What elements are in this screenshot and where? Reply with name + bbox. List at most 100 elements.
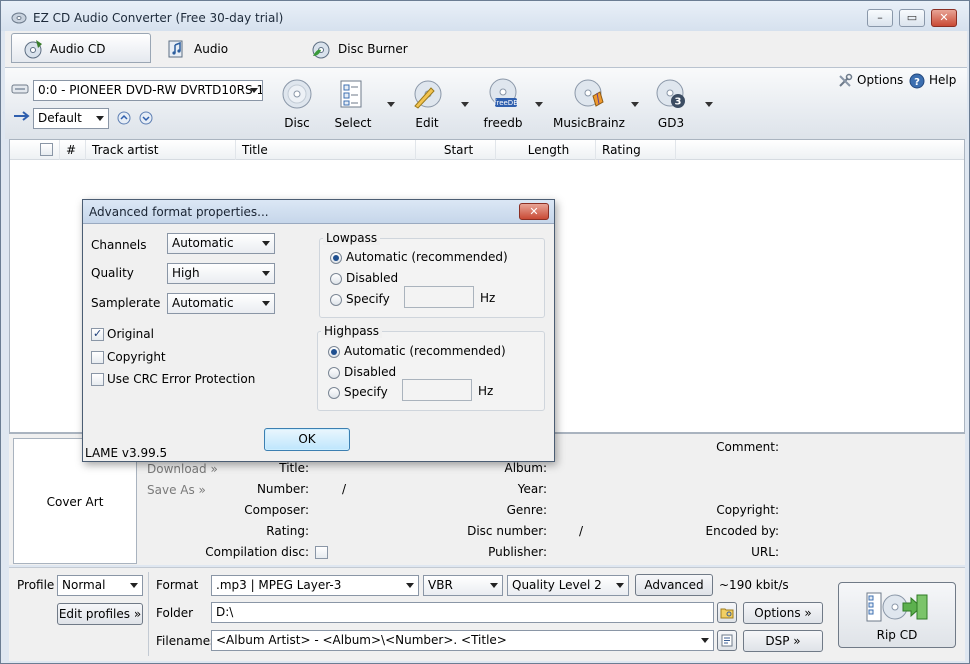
toolbar: 0:0 - PIONEER DVD-RW DVRTD10RS 1.0 Defau… xyxy=(5,67,967,139)
number-label: Number: xyxy=(256,482,309,496)
highpass-hz-input[interactable] xyxy=(402,379,472,401)
tab-disc-burner[interactable]: Disc Burner xyxy=(299,33,419,63)
original-label: Original xyxy=(107,327,154,341)
maximize-button[interactable]: ▭ xyxy=(899,9,925,27)
rip-cd-icon xyxy=(866,592,928,622)
chevron-down-icon xyxy=(490,583,498,588)
musicbrainz-label: MusicBrainz xyxy=(553,116,625,130)
dialog-close-button[interactable]: ✕ xyxy=(519,203,549,220)
options-button[interactable]: Options » xyxy=(743,602,823,624)
disc-button[interactable]: Disc xyxy=(267,78,327,130)
channels-label: Channels xyxy=(91,238,147,252)
musicbrainz-button[interactable]: MusicBrainz xyxy=(553,78,625,130)
header-start[interactable]: Start xyxy=(416,140,496,160)
browse-folder-button[interactable] xyxy=(717,602,737,623)
header-rating[interactable]: Rating xyxy=(596,140,676,160)
select-button[interactable]: Select xyxy=(323,78,383,130)
move-up-icon[interactable] xyxy=(117,111,131,125)
rip-cd-button[interactable]: Rip CD xyxy=(838,582,956,648)
format-select[interactable]: .mp3 | MPEG Layer-3 xyxy=(211,575,419,596)
genre-label: Genre: xyxy=(506,503,547,517)
freedb-label: freedb xyxy=(483,116,523,130)
freedb-badge: freeDB xyxy=(494,99,518,107)
disc-number-label: Disc number: xyxy=(467,524,547,538)
dsp-button[interactable]: DSP » xyxy=(743,630,823,652)
year-label: Year: xyxy=(517,482,547,496)
quality-select[interactable]: Quality Level 2 xyxy=(507,575,629,596)
select-dropdown-arrow[interactable] xyxy=(387,102,395,107)
channels-select[interactable]: Automatic xyxy=(167,233,275,254)
musicbrainz-dropdown-arrow[interactable] xyxy=(631,102,639,107)
highpass-disabled-label: Disabled xyxy=(344,365,397,379)
compilation-label: Compilation disc: xyxy=(205,545,309,559)
copyright-checkbox[interactable] xyxy=(91,351,104,364)
highpass-auto-radio[interactable] xyxy=(328,346,340,358)
tab-audio-cd-ripper[interactable]: Audio CD Ripper xyxy=(11,33,151,86)
dialog-quality-value: High xyxy=(172,266,200,280)
rip-cd-label: Rip CD xyxy=(876,628,918,642)
freedb-button[interactable]: freeDB freedb xyxy=(473,78,533,130)
header-title[interactable]: Title xyxy=(236,140,416,160)
chevron-down-icon xyxy=(130,583,138,588)
lowpass-hz-input[interactable] xyxy=(404,286,474,308)
save-as-link[interactable]: Save As » xyxy=(147,483,206,497)
lowpass-specify-radio[interactable] xyxy=(330,294,342,306)
header-length[interactable]: Length xyxy=(496,140,596,160)
track-list-header: # Track artist Title Start Length Rating xyxy=(10,140,964,160)
minimize-button[interactable]: – xyxy=(867,9,893,27)
number-separator: / xyxy=(342,482,347,496)
gd3-dropdown-arrow[interactable] xyxy=(705,102,713,107)
ok-button[interactable]: OK xyxy=(264,428,350,451)
original-checkbox[interactable] xyxy=(91,327,104,341)
edit-label: Edit xyxy=(415,116,439,130)
dialog-quality-select[interactable]: High xyxy=(167,263,275,284)
edit-button[interactable]: Edit xyxy=(397,78,457,130)
publisher-label: Publisher: xyxy=(488,545,547,559)
edit-profiles-button[interactable]: Edit profiles » xyxy=(57,603,143,625)
filenames-value: <Album Artist> - <Album>\<Number>. <Titl… xyxy=(216,633,507,647)
gd3-button[interactable]: 3 GD3 xyxy=(641,78,701,130)
drive-select-value: 0:0 - PIONEER DVD-RW DVRTD10RS 1.0 xyxy=(38,83,263,97)
notepad-icon xyxy=(721,634,733,647)
samplerate-select[interactable]: Automatic xyxy=(167,293,275,314)
filenames-select[interactable]: <Album Artist> - <Album>\<Number>. <Titl… xyxy=(211,630,714,651)
highpass-specify-radio[interactable] xyxy=(328,387,340,399)
select-all-checkbox[interactable] xyxy=(40,143,53,156)
tab-audio-converter[interactable]: Audio Converter xyxy=(155,33,295,86)
freedb-dropdown-arrow[interactable] xyxy=(535,102,543,107)
chevron-down-icon xyxy=(616,583,624,588)
output-profile-value: Normal xyxy=(62,578,106,592)
chevron-down-icon xyxy=(250,88,258,93)
lowpass-auto-radio[interactable] xyxy=(330,252,342,264)
svg-text:?: ? xyxy=(914,77,920,88)
album-label: Album: xyxy=(504,461,548,475)
download-link[interactable]: Download » xyxy=(147,462,218,476)
samplerate-value: Automatic xyxy=(172,296,234,310)
bitrate-mode-select[interactable]: VBR xyxy=(423,575,503,596)
header-number[interactable]: # xyxy=(60,140,86,160)
edit-filenames-button[interactable] xyxy=(717,630,737,651)
close-icon: ✕ xyxy=(529,205,539,218)
edit-dropdown-arrow[interactable] xyxy=(461,102,469,107)
url-label: URL: xyxy=(751,545,779,559)
output-profile-select[interactable]: Normal xyxy=(57,575,143,596)
crc-checkbox[interactable] xyxy=(91,373,104,386)
dialog-title: Advanced format properties... xyxy=(89,205,269,219)
close-button[interactable]: ✕ xyxy=(931,9,957,27)
highpass-disabled-radio[interactable] xyxy=(328,367,340,379)
folder-label: Folder xyxy=(156,606,194,620)
header-track-artist[interactable]: Track artist xyxy=(86,140,236,160)
header-select-all[interactable] xyxy=(10,140,60,160)
folder-input[interactable]: D:\ xyxy=(211,602,714,623)
drive-select[interactable]: 0:0 - PIONEER DVD-RW DVRTD10RS 1.0 xyxy=(33,80,263,101)
move-down-icon[interactable] xyxy=(139,111,153,125)
app-logo-icon xyxy=(11,12,27,24)
lowpass-auto-label: Automatic (recommended) xyxy=(346,250,508,264)
profile-select[interactable]: Default xyxy=(33,108,109,129)
lowpass-disabled-radio[interactable] xyxy=(330,273,342,285)
chevron-down-icon xyxy=(96,116,104,121)
compilation-checkbox[interactable] xyxy=(315,546,328,559)
help-label: Help xyxy=(929,73,957,87)
advanced-button[interactable]: Advanced xyxy=(635,574,713,596)
advanced-format-dialog: Advanced format properties... ✕ Channels… xyxy=(82,199,555,462)
